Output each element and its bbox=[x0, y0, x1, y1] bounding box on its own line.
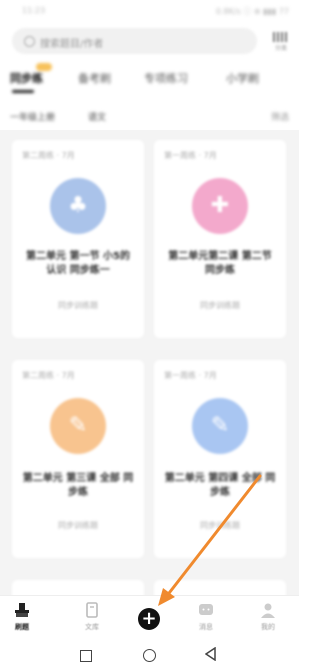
category-button[interactable]: 分类 bbox=[269, 29, 293, 53]
profile-icon bbox=[261, 603, 275, 618]
practice-card-partial[interactable] bbox=[12, 580, 144, 595]
tab-special-practice[interactable]: 专项练习 bbox=[144, 70, 188, 86]
category-label: 分类 bbox=[274, 45, 287, 52]
plus-icon: + bbox=[141, 608, 157, 629]
card-cover-icon: ♣ bbox=[50, 178, 106, 234]
new-badge bbox=[36, 63, 52, 71]
card-title: 第二单元 第三课 全部 同步练 bbox=[22, 473, 134, 498]
tab-primary[interactable]: 小学刷 bbox=[226, 70, 259, 86]
message-icon bbox=[199, 604, 213, 615]
nav-brush[interactable]: 刷题 bbox=[2, 602, 42, 632]
search-bar[interactable]: 搜索题目/作者 bbox=[12, 28, 257, 54]
card-cover-icon: ✎ bbox=[50, 398, 106, 454]
tab-bar: 同步练 备考刷 专项练习 小学刷 bbox=[0, 62, 299, 96]
library-icon bbox=[86, 602, 98, 618]
card-subtitle: 同步训练题 bbox=[58, 301, 98, 310]
plus-cross-icon: ✚ bbox=[210, 193, 230, 218]
practice-feed: 第二周练 · 7月 ♣ 第二单元 第一节 小5的认识 同步练一 同步训练题 第一… bbox=[0, 130, 299, 595]
card-title: 第二单元 第四课 全部 同步练 bbox=[164, 473, 276, 498]
status-time: 11:23 bbox=[22, 6, 46, 15]
home-button[interactable] bbox=[143, 649, 156, 662]
card-subtitle: 同步训练题 bbox=[58, 521, 98, 530]
pencil-icon: ✎ bbox=[68, 413, 88, 438]
card-date: 第一周练 · 7月 bbox=[164, 371, 217, 380]
card-cover-icon: ✎ bbox=[192, 398, 248, 454]
nav-label: 文库 bbox=[85, 623, 99, 631]
back-button[interactable] bbox=[205, 647, 217, 661]
card-subtitle: 同步训练题 bbox=[200, 521, 240, 530]
nav-label: 我的 bbox=[261, 623, 275, 631]
card-cover-icon: ✚ bbox=[192, 178, 248, 234]
search-placeholder: 搜索题目/作者 bbox=[40, 39, 104, 50]
filter-bar: 一年级上册 语文 筛选 bbox=[0, 104, 299, 128]
practice-card[interactable]: 第二周练 · 7月 ♣ 第二单元 第一节 小5的认识 同步练一 同步训练题 bbox=[12, 140, 144, 338]
active-tab-underline bbox=[12, 90, 34, 93]
tab-sync[interactable]: 同步练 bbox=[10, 70, 43, 86]
subject-filter[interactable]: 语文 bbox=[88, 110, 106, 123]
nav-messages[interactable]: 消息 bbox=[186, 602, 226, 632]
nav-profile[interactable]: 我的 bbox=[248, 602, 288, 632]
more-filter[interactable]: 筛选 bbox=[271, 110, 289, 123]
card-title: 第二单元 第一节 小5的认识 同步练一 bbox=[26, 251, 130, 276]
system-nav-bar bbox=[0, 639, 299, 671]
search-icon bbox=[24, 36, 35, 47]
card-subtitle: 同步训练题 bbox=[200, 301, 240, 310]
status-system-icons: 0.8K/s ⓘ ⊕ ▮▮▮ 77 bbox=[215, 7, 289, 16]
practice-card-partial[interactable] bbox=[154, 580, 286, 595]
practice-card[interactable]: 第一周练 · 7月 ✚ 第二单元第二课 第二节 同步练 同步训练题 bbox=[154, 140, 286, 338]
card-title: 第二单元第二课 第二节 同步练 bbox=[168, 251, 272, 276]
card-date: 第二周练 · 7月 bbox=[22, 371, 75, 380]
recent-apps-button[interactable] bbox=[80, 650, 92, 662]
card-date: 第一周练 · 7月 bbox=[164, 151, 217, 160]
card-date: 第二周练 · 7月 bbox=[22, 151, 75, 160]
brush-icon bbox=[15, 603, 29, 617]
pencil-icon: ✎ bbox=[210, 413, 230, 438]
create-plus-button[interactable]: + bbox=[138, 608, 160, 630]
practice-card[interactable]: 第一周练 · 7月 ✎ 第二单元 第四课 全部 同步练 同步训练题 bbox=[154, 360, 286, 558]
nav-label: 消息 bbox=[199, 623, 213, 631]
nav-label: 刷题 bbox=[15, 623, 29, 631]
practice-card[interactable]: 第二周练 · 7月 ✎ 第二单元 第三课 全部 同步练 同步训练题 bbox=[12, 360, 144, 558]
nav-library[interactable]: 文库 bbox=[72, 602, 112, 632]
status-bar: 11:23 0.8K/s ⓘ ⊕ ▮▮▮ 77 bbox=[0, 0, 299, 22]
tab-exam-prep[interactable]: 备考刷 bbox=[78, 70, 111, 86]
person-icon: ♣ bbox=[68, 193, 88, 218]
grade-filter[interactable]: 一年级上册 bbox=[10, 110, 55, 123]
barcode-icon bbox=[273, 32, 289, 42]
